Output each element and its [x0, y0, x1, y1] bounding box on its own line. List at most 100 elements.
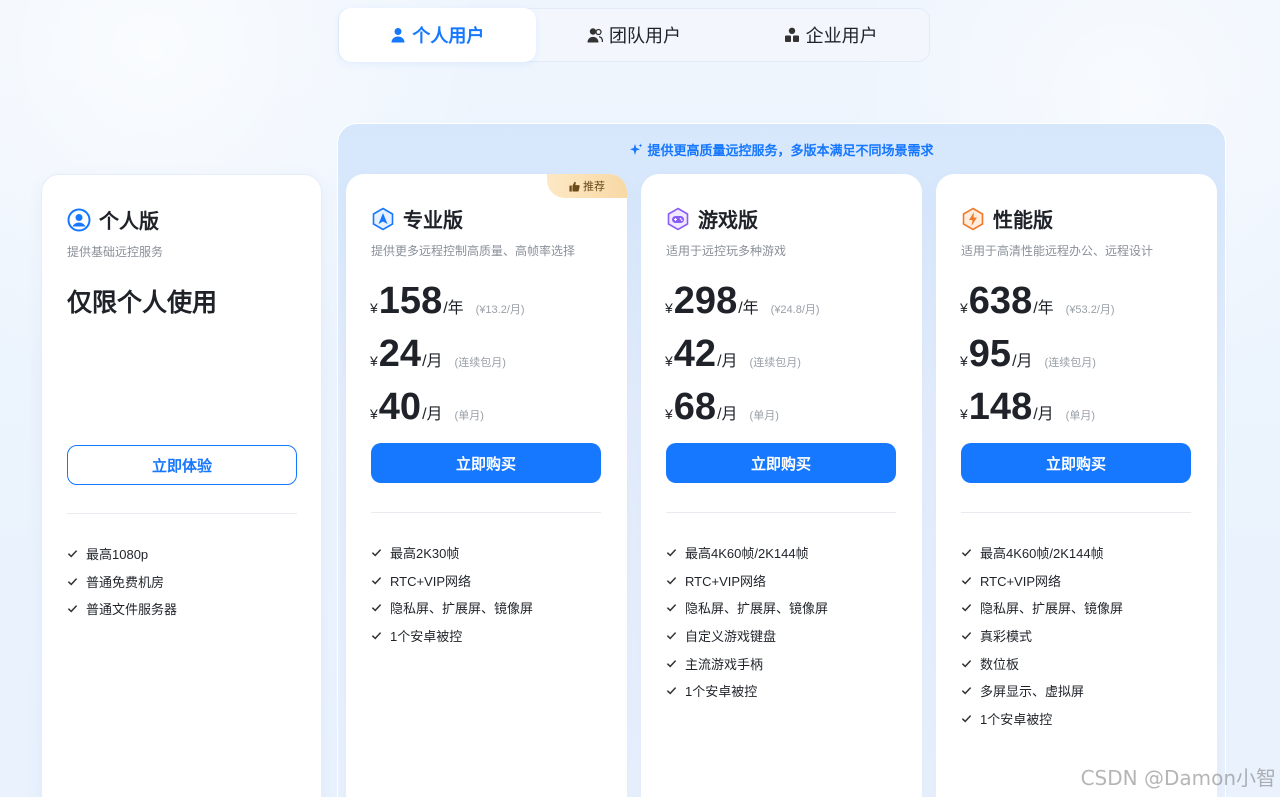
plan-subtitle: 提供基础远控服务 [67, 245, 164, 259]
check-icon [961, 576, 972, 585]
check-icon [371, 632, 382, 640]
feature-item: 多屏显示、虚拟屏 [961, 677, 1123, 705]
feature-item: 最高2K30帧 [371, 539, 533, 567]
price-note: (¥53.2/月) [1065, 304, 1115, 316]
plan-card-game: 游戏版 适用于远控玩多种游戏 ¥298/年 (¥24.8/月) ¥42/月 (连续包… [641, 174, 922, 797]
enterprise-icon [784, 27, 799, 42]
price-note: (单月) [749, 410, 779, 422]
banner-text: 提供更高质量远控服务，多版本满足不同场景需求 [647, 143, 934, 158]
card-header: 专业版 [371, 204, 463, 233]
card-header: 游戏版 [666, 204, 758, 233]
check-icon [961, 632, 972, 640]
price-auto-monthly: ¥42/月 (连续包月) [665, 335, 801, 373]
feature-label: 隐私屏、扩展屏、镜像屏 [980, 601, 1124, 617]
price-amount: 68 [673, 386, 717, 428]
price-amount: 638 [968, 280, 1033, 322]
check-icon [666, 549, 677, 557]
plan-title: 性能版 [993, 210, 1053, 232]
user-type-tabs: 个人用户 团队用户 企业用户 [338, 8, 930, 62]
check-icon [666, 576, 677, 585]
price-single-month: ¥68/月 (单月) [665, 388, 779, 426]
panel-banner: 提供更高质量远控服务，多版本满足不同场景需求 [337, 140, 1226, 159]
feature-item: 隐私屏、扩展屏、镜像屏 [371, 594, 533, 622]
price-amount: 95 [968, 333, 1012, 375]
check-icon [371, 549, 382, 557]
feature-label: 数位板 [980, 656, 1020, 672]
feature-item: RTC+VIP网络 [961, 567, 1123, 595]
plan-card-performance: 性能版 适用于高清性能远程办公、远程设计 ¥638/年 (¥53.2/月) ¥95… [936, 174, 1217, 797]
feature-label: 自定义游戏键盘 [685, 629, 777, 645]
feature-label: 多屏显示、虚拟屏 [980, 684, 1085, 700]
check-icon [961, 687, 972, 695]
price-note: (连续包月) [454, 357, 506, 369]
lightning-icon [962, 207, 984, 230]
plan-card-pro: 推荐 专业版 提供更多远程控制高质量、高帧率选择 ¥158/年 (¥13.2/月)… [346, 174, 627, 797]
feature-list: 最高1080p 普通免费机房 普通文件服务器 [67, 540, 177, 623]
feature-item: 自定义游戏键盘 [666, 622, 828, 650]
price-auto-monthly: ¥24/月 (连续包月) [370, 335, 506, 373]
price-unit: /月 [422, 406, 443, 423]
feature-label: RTC+VIP网络 [980, 573, 1062, 589]
price-yearly: ¥298/年 (¥24.8/月) [665, 282, 820, 320]
feature-list: 最高4K60帧/2K144帧 RTC+VIP网络 隐私屏、扩展屏、镜像屏 真彩模… [961, 539, 1123, 732]
plan-title: 游戏版 [698, 210, 758, 232]
price-amount: 158 [378, 280, 443, 322]
plan-subtitle: 提供更多远程控制高质量、高帧率选择 [371, 244, 576, 258]
price-unit: /月 [422, 353, 443, 370]
price-unit: /月 [1012, 353, 1033, 370]
tab-enterprise[interactable]: 企业用户 [732, 8, 929, 62]
price-note: (¥24.8/月) [770, 304, 820, 316]
price-amount: 40 [378, 386, 422, 428]
plan-card-personal: 个人版 提供基础远控服务 仅限个人使用 立即体验 最高1080p 普通免费机房 … [41, 174, 322, 797]
price-note: (单月) [454, 410, 484, 422]
plan-subtitle: 适用于高清性能远程办公、远程设计 [961, 244, 1154, 258]
feature-label: 真彩模式 [980, 629, 1033, 645]
currency-symbol: ¥ [370, 353, 378, 369]
recommend-badge: 推荐 [547, 174, 627, 198]
check-icon [67, 550, 78, 558]
currency-symbol: ¥ [370, 406, 378, 422]
feature-item: 最高4K60帧/2K144帧 [666, 539, 828, 567]
price-amount: 298 [673, 280, 738, 322]
currency-symbol: ¥ [960, 300, 968, 316]
feature-label: 最高1080p [86, 547, 149, 563]
price-yearly: ¥158/年 (¥13.2/月) [370, 282, 525, 320]
check-icon [666, 659, 677, 668]
user-circle-icon [67, 208, 91, 231]
check-icon [961, 714, 972, 723]
try-now-button[interactable]: 立即体验 [67, 445, 297, 485]
price-note: (连续包月) [1044, 357, 1096, 369]
gamepad-icon [667, 207, 689, 230]
buy-now-button[interactable]: 立即购买 [371, 443, 601, 483]
feature-label: 最高2K30帧 [390, 546, 460, 562]
tab-team[interactable]: 团队用户 [536, 8, 733, 62]
buy-now-button[interactable]: 立即购买 [961, 443, 1191, 483]
price-single-month: ¥40/月 (单月) [370, 388, 484, 426]
check-icon [371, 576, 382, 585]
price-unit: /年 [738, 300, 759, 317]
check-icon [961, 659, 972, 668]
tab-label: 企业用户 [805, 26, 878, 46]
thumbs-up-icon [569, 181, 580, 192]
user-icon [391, 28, 405, 43]
navigation-arrow-icon [372, 207, 394, 230]
tab-label: 团队用户 [609, 26, 681, 46]
price-unit: /年 [443, 300, 464, 317]
price-unit: /月 [717, 406, 738, 423]
currency-symbol: ¥ [960, 406, 968, 422]
feature-label: 隐私屏、扩展屏、镜像屏 [390, 601, 534, 617]
buy-now-button[interactable]: 立即购买 [666, 443, 896, 483]
feature-label: 最高4K60帧/2K144帧 [685, 546, 809, 562]
feature-list: 最高4K60帧/2K144帧 RTC+VIP网络 隐私屏、扩展屏、镜像屏 自定义… [666, 539, 828, 705]
feature-item: RTC+VIP网络 [666, 567, 828, 595]
check-icon [67, 605, 78, 613]
currency-symbol: ¥ [665, 353, 673, 369]
feature-item: 最高4K60帧/2K144帧 [961, 539, 1123, 567]
feature-label: 1个安卓被控 [685, 684, 758, 700]
tab-label: 个人用户 [412, 26, 485, 46]
tab-personal[interactable]: 个人用户 [339, 8, 536, 62]
feature-item: 1个安卓被控 [666, 677, 828, 705]
plan-subtitle: 适用于远控玩多种游戏 [666, 244, 787, 258]
price-note: (¥13.2/月) [475, 304, 525, 316]
feature-label: 主流游戏手柄 [685, 656, 764, 672]
